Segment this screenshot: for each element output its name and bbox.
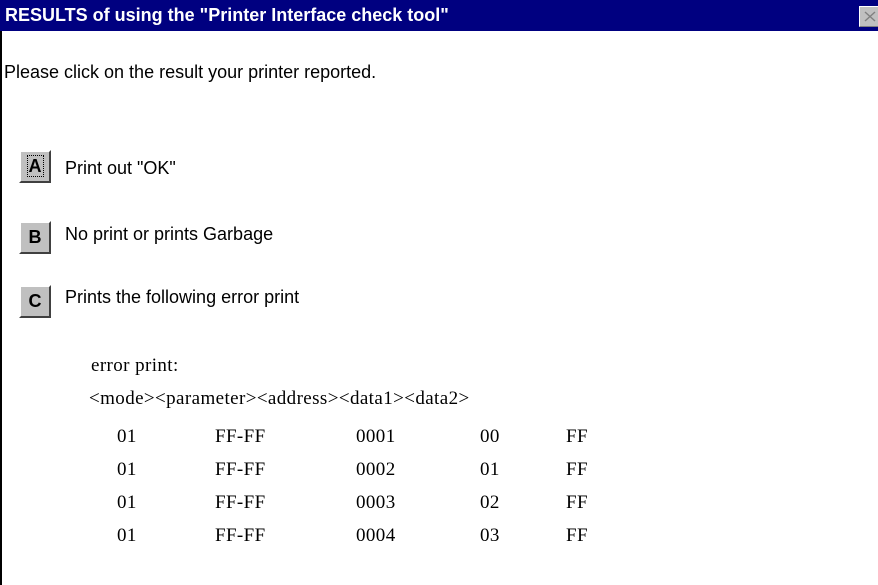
cell-mode: 01 (117, 525, 137, 546)
cell-data1: 01 (480, 459, 500, 480)
option-a-button[interactable]: A (19, 150, 51, 183)
cell-parameter: FF-FF (215, 426, 266, 447)
close-icon (864, 11, 876, 22)
cell-data1: 02 (480, 492, 500, 513)
cell-mode: 01 (117, 459, 137, 480)
title-bar: RESULTS of using the "Printer Interface … (0, 0, 878, 31)
cell-data2: FF (566, 426, 588, 447)
option-a-label[interactable]: Print out "OK" (65, 155, 176, 181)
cell-address: 0002 (356, 459, 396, 480)
cell-parameter: FF-FF (215, 492, 266, 513)
cell-address: 0003 (356, 492, 396, 513)
option-a-key: A (26, 155, 44, 177)
close-button[interactable] (859, 6, 878, 27)
error-print-header: <mode><parameter><address><data1><data2> (89, 388, 470, 409)
cell-data2: FF (566, 459, 588, 480)
cell-data2: FF (566, 492, 588, 513)
cell-data1: 03 (480, 525, 500, 546)
option-c-label[interactable]: Prints the following error print (65, 284, 299, 310)
cell-address: 0004 (356, 525, 396, 546)
window-left-border (0, 31, 2, 585)
cell-data2: FF (566, 525, 588, 546)
cell-mode: 01 (117, 426, 137, 447)
cell-parameter: FF-FF (215, 525, 266, 546)
cell-mode: 01 (117, 492, 137, 513)
option-c-button[interactable]: C (19, 285, 51, 318)
cell-parameter: FF-FF (215, 459, 266, 480)
option-b-key: B (28, 227, 42, 247)
cell-data1: 00 (480, 426, 500, 447)
window-title: RESULTS of using the "Printer Interface … (5, 5, 449, 25)
cell-address: 0001 (356, 426, 396, 447)
option-b-button[interactable]: B (19, 221, 51, 254)
instruction-text: Please click on the result your printer … (4, 62, 377, 82)
option-c-key: C (28, 291, 42, 311)
results-window: RESULTS of using the "Printer Interface … (0, 0, 878, 585)
option-b-label[interactable]: No print or prints Garbage (65, 221, 273, 247)
error-print-heading: error print: (91, 355, 179, 376)
